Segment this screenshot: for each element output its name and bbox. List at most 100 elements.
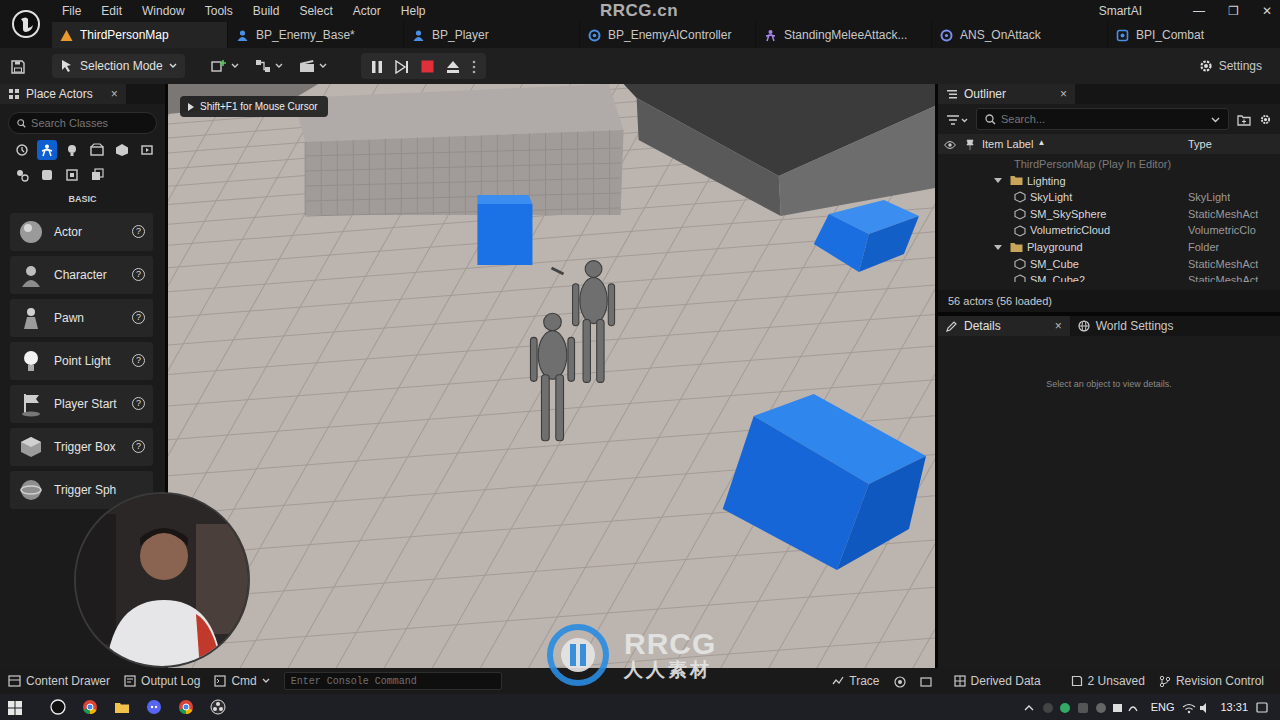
category-icon[interactable] [12, 140, 32, 160]
discord-app-icon[interactable] [146, 699, 162, 715]
unreal-app-icon[interactable] [50, 699, 66, 715]
close-tab-button[interactable]: × [111, 85, 118, 103]
item-label-column[interactable]: Item Label▲ [982, 136, 1188, 153]
selection-mode-button[interactable]: Selection Mode [52, 54, 185, 78]
step-icon[interactable] [395, 57, 409, 75]
category-icon[interactable] [137, 140, 157, 160]
asset-tab[interactable]: BP_Enemy_Base* [228, 22, 404, 48]
details-tab[interactable]: Details × [938, 316, 1070, 336]
console-input[interactable] [284, 672, 502, 690]
asset-tab[interactable]: BP_EnemyAIController [580, 22, 756, 48]
content-drawer-button[interactable]: Content Drawer [8, 672, 110, 690]
help-button[interactable]: ? [132, 354, 145, 367]
unsaved-button[interactable]: 2 Unsaved [1071, 672, 1145, 690]
world-settings-tab[interactable]: World Settings [1070, 316, 1182, 336]
windows-start-icon[interactable] [8, 699, 22, 716]
category-icon[interactable] [12, 165, 32, 185]
menu-item[interactable]: Tools [195, 2, 243, 20]
actor-class-item[interactable]: Character? [10, 256, 153, 294]
wifi-icon[interactable] [1182, 699, 1212, 716]
help-button[interactable]: ? [132, 225, 145, 238]
save-icon[interactable] [10, 57, 26, 75]
clock[interactable]: 13:31 [1220, 699, 1248, 716]
record-icon[interactable] [894, 672, 906, 690]
eye-icon[interactable] [938, 136, 958, 153]
settings-button[interactable]: Settings [1198, 57, 1262, 75]
tray-icons[interactable] [1023, 699, 1143, 716]
trace-button[interactable]: Trace [832, 672, 879, 690]
asset-tab[interactable]: BPI_Combat [1108, 22, 1280, 48]
eject-icon[interactable] [446, 57, 460, 75]
explorer-app-icon[interactable] [114, 699, 130, 715]
derived-data-button[interactable]: Derived Data [954, 672, 1041, 690]
help-button[interactable]: ? [132, 311, 145, 324]
outliner-row[interactable]: SM_CubeStaticMeshAct [938, 256, 1280, 273]
menu-item[interactable]: File [52, 2, 91, 20]
notification-icon[interactable] [1256, 699, 1268, 716]
new-folder-icon[interactable] [1237, 110, 1251, 128]
restore-button[interactable]: ❐ [1216, 2, 1250, 20]
close-tab-button[interactable]: × [1060, 85, 1067, 103]
category-icon[interactable] [62, 165, 82, 185]
category-icon[interactable] [87, 165, 107, 185]
category-icon[interactable] [62, 140, 82, 160]
minimize-button[interactable]: — [1182, 2, 1216, 20]
language-indicator[interactable]: ENG [1151, 699, 1175, 716]
class-search-input[interactable] [31, 115, 148, 132]
outliner-search-input[interactable] [1001, 111, 1206, 128]
menu-item[interactable]: Select [289, 2, 342, 20]
output-log-button[interactable]: Output Log [124, 672, 200, 690]
asset-tab[interactable]: BP_Player [404, 22, 580, 48]
place-actors-tab[interactable]: Place Actors × [0, 84, 126, 104]
category-icon[interactable] [87, 140, 107, 160]
expand-arrow-icon[interactable] [994, 178, 1002, 183]
filter-icon[interactable] [946, 110, 968, 128]
blueprint-icon[interactable] [255, 59, 283, 73]
category-icon[interactable] [37, 165, 57, 185]
actor-class-item[interactable]: Pawn? [10, 299, 153, 337]
help-button[interactable]: ? [132, 440, 145, 453]
obs-app-icon[interactable] [210, 699, 226, 715]
outliner-row[interactable]: ThirdPersonMap (Play In Editor) [938, 156, 1280, 173]
stop-icon[interactable] [421, 57, 434, 75]
outliner-row[interactable]: SM_SkySphereStaticMeshAct [938, 206, 1280, 223]
chrome-app-icon[interactable] [178, 699, 194, 715]
actor-class-item[interactable]: Trigger Box? [10, 428, 153, 466]
outliner-row[interactable]: VolumetricCloudVolumetricClo [938, 222, 1280, 239]
close-button[interactable]: ✕ [1250, 2, 1280, 20]
chrome-app-icon[interactable] [82, 699, 98, 715]
asset-tab[interactable]: StandingMeleeAttack... [756, 22, 932, 48]
menu-item[interactable]: Build [243, 2, 290, 20]
menu-item[interactable]: Actor [343, 2, 391, 20]
help-button[interactable]: ? [132, 397, 145, 410]
revision-control-button[interactable]: Revision Control [1159, 672, 1264, 690]
pin-icon[interactable] [958, 136, 982, 153]
more-icon[interactable] [472, 57, 476, 75]
category-icon[interactable] [37, 140, 57, 160]
unreal-logo-icon[interactable] [0, 0, 52, 48]
gear-icon[interactable] [1259, 110, 1272, 128]
level-viewport[interactable]: Shift+F1 for Mouse Cursor [168, 84, 935, 668]
menu-item[interactable]: Help [391, 2, 436, 20]
pause-icon[interactable] [371, 57, 383, 75]
outliner-row[interactable]: Lighting [938, 173, 1280, 190]
cinematics-icon[interactable] [299, 59, 327, 73]
actor-class-item[interactable]: Actor? [10, 213, 153, 251]
outliner-row[interactable]: PlaygroundFolder [938, 239, 1280, 256]
help-button[interactable]: ? [132, 268, 145, 281]
outliner-row[interactable]: SM_Cube2StaticMeshAct [938, 272, 1280, 282]
snapshot-icon[interactable] [920, 672, 932, 690]
menu-item[interactable]: Edit [91, 2, 132, 20]
actor-class-item[interactable]: Player Start? [10, 385, 153, 423]
close-tab-button[interactable]: × [1055, 317, 1062, 335]
cmd-dropdown[interactable]: Cmd [214, 672, 269, 690]
expand-arrow-icon[interactable] [994, 245, 1002, 250]
outliner-tab[interactable]: Outliner × [938, 84, 1075, 104]
asset-tab[interactable]: ThirdPersonMap [52, 22, 228, 48]
type-column[interactable]: Type [1188, 136, 1212, 153]
menu-item[interactable]: Window [132, 2, 195, 20]
category-icon[interactable] [112, 140, 132, 160]
add-actor-icon[interactable] [211, 59, 239, 73]
asset-tab[interactable]: ANS_OnAttack [932, 22, 1108, 48]
outliner-row[interactable]: SkyLightSkyLight [938, 189, 1280, 206]
